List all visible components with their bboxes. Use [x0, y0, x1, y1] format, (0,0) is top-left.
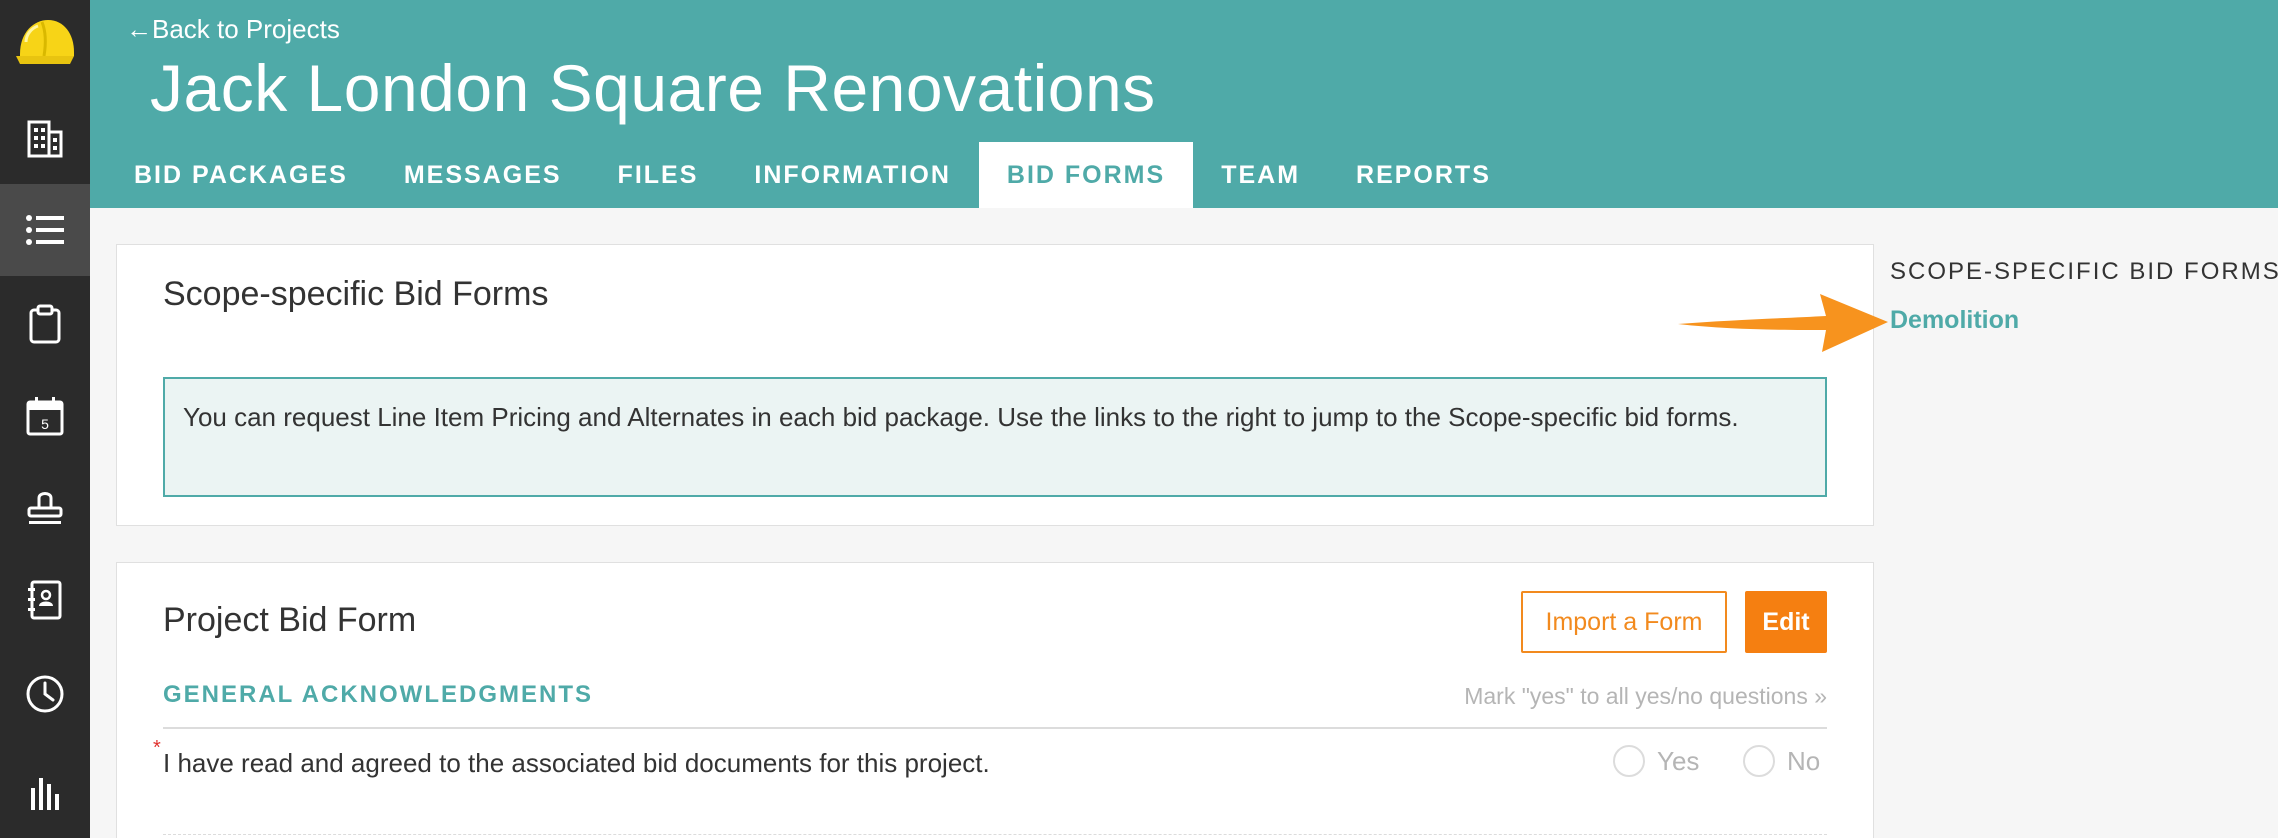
question-text: I have read and agreed to the associated… — [163, 748, 990, 778]
edit-button[interactable]: Edit — [1745, 591, 1827, 653]
yes-label: Yes — [1657, 745, 1700, 776]
scope-panel-title: Scope-specific Bid Forms — [163, 275, 549, 313]
hardhat-logo-icon[interactable] — [0, 0, 90, 90]
tab-reports[interactable]: REPORTS — [1328, 142, 1519, 208]
project-header: ←Back to Projects Jack London Square Ren… — [90, 0, 2278, 208]
stamp-icon[interactable] — [0, 462, 90, 554]
icon-rail: 5 — [0, 0, 90, 838]
tab-files[interactable]: FILES — [590, 142, 727, 208]
project-title: Jack London Square Renovations — [150, 51, 1156, 125]
mark-all-yes-link[interactable]: Mark "yes" to all yes/no questions » — [1464, 683, 1827, 710]
back-to-projects-link[interactable]: ←Back to Projects — [126, 14, 340, 45]
sidebar-heading: SCOPE-SPECIFIC BID FORMS: — [1890, 258, 2278, 285]
orange-arrow-icon — [1678, 294, 1888, 352]
tab-messages[interactable]: MESSAGES — [376, 142, 590, 208]
yes-radio-option[interactable]: Yes — [1613, 745, 1699, 777]
scope-specific-panel: Scope-specific Bid Forms You can request… — [116, 244, 1874, 526]
clipboard-icon[interactable] — [0, 278, 90, 370]
section-header: GENERAL ACKNOWLEDGMENTS Mark "yes" to al… — [163, 681, 1827, 729]
yes-radio-button[interactable] — [1613, 745, 1645, 777]
back-arrow-icon: ← — [126, 14, 152, 44]
tab-information[interactable]: INFORMATION — [726, 142, 979, 208]
clock-icon[interactable] — [0, 648, 90, 740]
question-row: * I have read and agreed to the associat… — [153, 737, 1827, 835]
project-bid-form-panel: Project Bid Form Import a Form Edit GENE… — [116, 562, 1874, 838]
list-icon[interactable] — [0, 184, 90, 276]
required-marker: * — [153, 737, 161, 759]
bar-chart-icon[interactable] — [0, 746, 90, 838]
calendar-icon[interactable]: 5 — [0, 370, 90, 462]
tab-team[interactable]: TEAM — [1193, 142, 1328, 208]
no-radio-button[interactable] — [1743, 745, 1775, 777]
contacts-book-icon[interactable] — [0, 554, 90, 646]
no-label: No — [1787, 745, 1821, 776]
back-label: Back to Projects — [152, 14, 340, 44]
tab-bid-packages[interactable]: BID PACKAGES — [90, 142, 376, 208]
project-tabs: BID PACKAGES MESSAGES FILES INFORMATION … — [90, 142, 1519, 208]
info-message: You can request Line Item Pricing and Al… — [163, 377, 1827, 497]
section-title: GENERAL ACKNOWLEDGMENTS — [163, 681, 593, 708]
building-icon[interactable] — [0, 92, 90, 184]
tab-bid-forms[interactable]: BID FORMS — [978, 142, 1194, 208]
project-bid-form-title: Project Bid Form — [163, 601, 417, 639]
sidebar-link-demolition[interactable]: Demolition — [1890, 306, 2019, 335]
calendar-day: 5 — [41, 416, 49, 432]
import-form-button[interactable]: Import a Form — [1521, 591, 1727, 653]
no-radio-option[interactable]: No — [1743, 745, 1820, 777]
